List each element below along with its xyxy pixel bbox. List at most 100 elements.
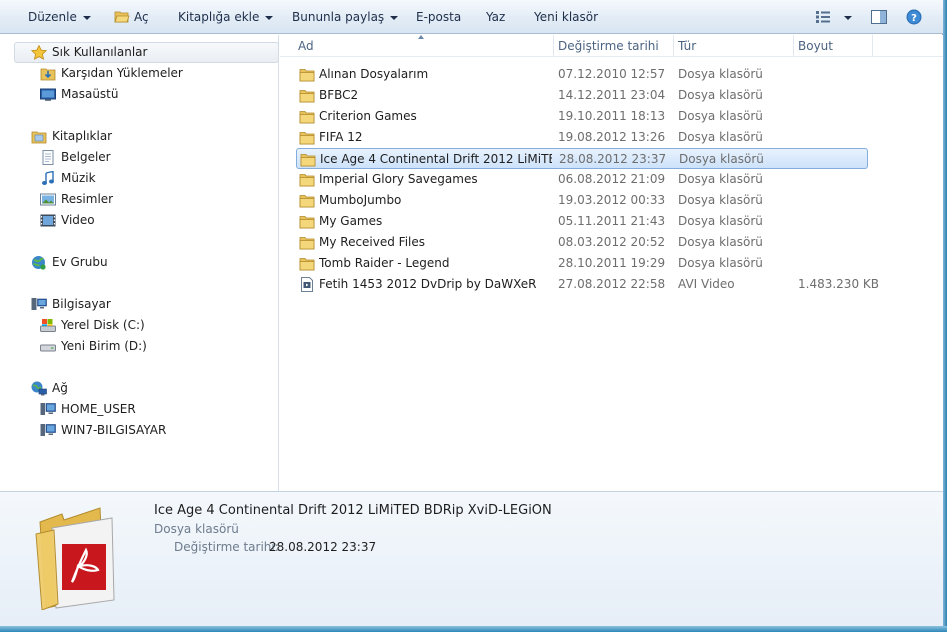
file-size <box>798 85 888 106</box>
command-bar: Düzenle Aç Kitaplığa ekle Bununla paylaş… <box>0 0 943 34</box>
file-name: Criterion Games <box>319 109 417 123</box>
change-view-icon[interactable] <box>816 11 830 23</box>
file-modified-date: 19.08.2012 13:26 <box>558 130 666 144</box>
file-row[interactable]: Tomb Raider - Legend 28.10.2011 19:29 Dosy… <box>296 253 868 274</box>
file-modified-date: 05.11.2011 21:43 <box>558 214 666 228</box>
network-computer-icon <box>40 402 56 417</box>
burn-button[interactable]: Yaz <box>486 0 505 34</box>
file-row[interactable]: Alınan Dosyalarım 07.12.2010 12:57 Dosya k… <box>296 64 868 85</box>
file-name: Ice Age 4 Continental Drift 2012 LiMiTED… <box>320 152 552 166</box>
file-type: Dosya klasörü <box>678 235 763 249</box>
column-header-type[interactable]: Tür <box>674 35 792 57</box>
email-button[interactable]: E-posta <box>416 0 461 34</box>
file-modified-date: 19.03.2012 00:33 <box>558 193 666 207</box>
nav-item-label: HOME_USER <box>61 402 136 416</box>
file-modified-date: 14.12.2011 23:04 <box>558 88 666 102</box>
file-size <box>798 106 888 127</box>
file-type: Dosya klasörü <box>678 130 763 144</box>
file-modified-date: 27.08.2012 22:58 <box>558 277 666 291</box>
navigation-pane: Sık Kullanılanlar Karşıdan Yüklemeler Ma… <box>0 35 279 491</box>
file-size <box>798 190 888 211</box>
desktop-icon <box>40 87 56 102</box>
include-library-button[interactable]: Kitaplığa ekle <box>178 0 274 34</box>
file-row[interactable]: Fetih 1453 2012 DvDrip by DaWXeR 27.08.20… <box>296 274 879 295</box>
file-type: Dosya klasörü <box>678 172 763 186</box>
pictures-icon <box>40 192 56 207</box>
column-divider[interactable] <box>872 35 873 57</box>
help-icon[interactable]: ? <box>906 9 922 25</box>
file-row[interactable]: BFBC2 14.12.2011 23:04 Dosya klasörü <box>296 85 868 106</box>
file-row[interactable]: My Received Files 08.03.2012 20:52 Dosya k… <box>296 232 868 253</box>
folder-icon <box>299 130 315 145</box>
file-modified-date: 19.10.2011 18:13 <box>558 109 666 123</box>
homegroup-icon <box>31 255 47 270</box>
folder-icon <box>299 256 315 271</box>
file-name: Imperial Glory Savegames <box>319 172 478 186</box>
nav-item-label: Video <box>61 213 95 227</box>
folder-icon <box>300 152 316 167</box>
nav-computer-label: Bilgisayar <box>52 297 111 311</box>
folder-icon <box>299 109 315 124</box>
chevron-down-icon <box>82 15 91 20</box>
file-row[interactable]: My Games 05.11.2011 21:43 Dosya klasörü <box>296 211 868 232</box>
nav-network-label: Ağ <box>52 381 68 395</box>
nav-item-label: Resimler <box>61 192 114 206</box>
music-icon <box>40 170 56 186</box>
burn-label: Yaz <box>486 10 506 24</box>
file-name: My Received Files <box>319 235 426 249</box>
file-name: MumboJumbo <box>319 193 402 207</box>
file-type: Dosya klasörü <box>678 193 763 207</box>
file-row[interactable]: Imperial Glory Savegames 06.08.2012 21:09… <box>296 169 868 190</box>
file-row[interactable]: FIFA 12 19.08.2012 13:26 Dosya klasörü <box>296 127 868 148</box>
details-modified-value: 28.08.2012 23:37 <box>269 540 377 554</box>
file-name: FIFA 12 <box>319 130 363 144</box>
system-drive-icon <box>40 318 56 333</box>
column-header-name[interactable]: Ad <box>294 35 552 57</box>
open-button[interactable]: Aç <box>114 0 149 34</box>
file-name: Fetih 1453 2012 DvDrip by DaWXeR <box>319 277 537 291</box>
network-computer-icon <box>40 423 56 438</box>
video-icon <box>40 213 56 228</box>
file-modified-date: 28.08.2012 23:37 <box>559 152 667 166</box>
details-modified-label: Değiştirme tarihi: <box>174 540 279 554</box>
drive-icon <box>40 339 56 354</box>
share-with-button[interactable]: Bununla paylaş <box>292 0 399 34</box>
nav-item-label: Müzik <box>61 171 96 185</box>
file-row[interactable]: MumboJumbo 19.03.2012 00:33 Dosya klasörü <box>296 190 868 211</box>
new-folder-button[interactable]: Yeni klasör <box>534 0 598 34</box>
file-name: Alınan Dosyalarım <box>319 67 429 81</box>
folder-icon <box>299 193 315 208</box>
file-modified-date: 28.10.2011 19:29 <box>558 256 666 270</box>
file-row[interactable]: Ice Age 4 Continental Drift 2012 LiMiTED… <box>296 148 868 169</box>
file-type: Dosya klasörü <box>678 88 763 102</box>
file-size <box>798 253 888 274</box>
file-name: BFBC2 <box>319 88 359 102</box>
nav-favorites-label: Sık Kullanılanlar <box>52 45 148 59</box>
file-row[interactable]: Criterion Games 19.10.2011 18:13 Dosya kla… <box>296 106 868 127</box>
nav-homegroup-label: Ev Grubu <box>52 255 108 269</box>
chevron-down-icon <box>390 15 399 20</box>
file-size <box>798 64 888 85</box>
share-with-label: Bununla paylaş <box>292 10 385 24</box>
column-header-modified[interactable]: Değiştirme tarihi <box>554 35 672 57</box>
organize-label: Düzenle <box>28 10 77 24</box>
file-size: 1.483.230 KB <box>798 277 879 291</box>
file-list-pane: Ad Değiştirme tarihi Tür Boyut Alınan Do… <box>280 35 943 491</box>
preview-pane-icon[interactable] <box>871 10 887 24</box>
folder-icon <box>299 235 315 250</box>
file-size <box>798 169 888 190</box>
details-title: Ice Age 4 Continental Drift 2012 LiMiTED… <box>154 503 552 518</box>
file-type: Dosya klasörü <box>678 109 763 123</box>
view-options-dropdown[interactable] <box>838 0 852 34</box>
column-header-size[interactable]: Boyut <box>794 35 872 57</box>
organize-menu-button[interactable]: Düzenle <box>28 0 91 34</box>
nav-item-label: Yerel Disk (C:) <box>61 318 145 332</box>
file-type: Dosya klasörü <box>679 152 764 166</box>
explorer-window: Düzenle Aç Kitaplığa ekle Bununla paylaş… <box>0 0 943 626</box>
file-type: AVI Video <box>678 277 735 291</box>
details-type: Dosya klasörü <box>154 522 239 536</box>
file-modified-date: 06.08.2012 21:09 <box>558 172 666 186</box>
library-icon <box>31 129 47 144</box>
column-header-row: Ad Değiştirme tarihi Tür Boyut <box>280 35 943 57</box>
file-modified-date: 08.03.2012 20:52 <box>558 235 666 249</box>
